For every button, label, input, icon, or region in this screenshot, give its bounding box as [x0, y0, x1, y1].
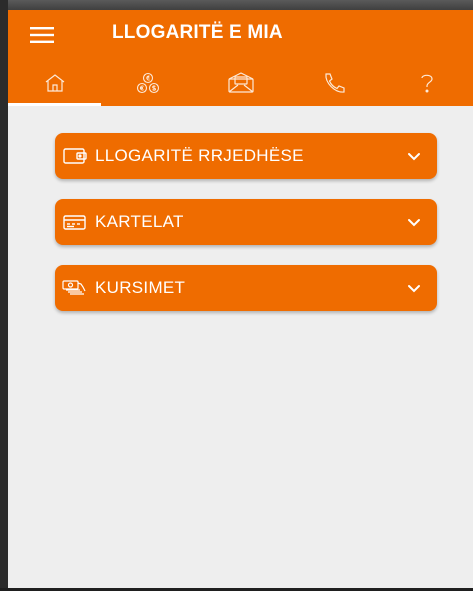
section-cards[interactable]: KARTELAT [55, 199, 437, 245]
section-current-accounts[interactable]: LLOGARITË RRJEDHËSE [55, 133, 437, 179]
tab-home[interactable] [8, 60, 101, 106]
page-title: LLOGARITË E MIA [112, 22, 283, 43]
section-label: KURSIMET [95, 278, 186, 297]
envelope-icon [227, 72, 254, 93]
chevron-down-icon [407, 151, 423, 161]
tab-bar [8, 60, 473, 106]
hamburger-menu-button[interactable] [30, 24, 74, 46]
device-frame-left [0, 0, 8, 591]
section-label: LLOGARITË RRJEDHËSE [95, 146, 304, 165]
tab-messages[interactable] [194, 60, 287, 106]
section-savings[interactable]: KURSIMET [55, 265, 437, 311]
app-screen: LLOGARITË E MIA LLOGARITË RRJEDHËSE KART… [8, 10, 473, 588]
hamburger-icon [30, 27, 54, 43]
chevron-down-icon [407, 283, 423, 293]
card-icon [62, 213, 88, 231]
tab-help[interactable] [380, 60, 473, 106]
tab-exchange[interactable] [101, 60, 194, 106]
home-icon [45, 74, 64, 92]
phone-icon [324, 73, 345, 93]
section-label: KARTELAT [95, 212, 184, 231]
chevron-down-icon [407, 217, 423, 227]
wallet-icon [62, 147, 88, 165]
money-stack-icon [62, 279, 88, 297]
currency-exchange-icon [136, 72, 159, 94]
question-icon [420, 74, 433, 93]
app-bar: LLOGARITË E MIA [8, 10, 473, 60]
tab-contact[interactable] [287, 60, 380, 106]
